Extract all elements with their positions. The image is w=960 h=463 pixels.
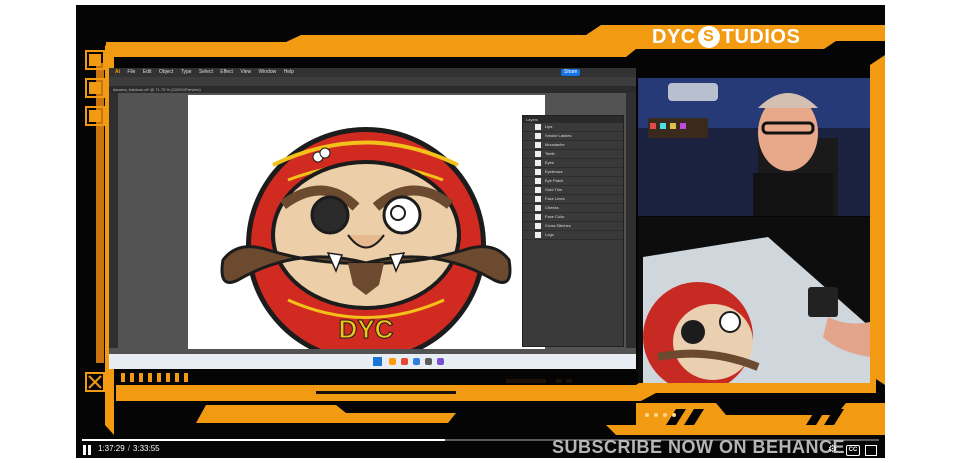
daruma-illustration: DYC (220, 127, 512, 349)
menu-view[interactable]: View (240, 69, 251, 75)
layer-row[interactable]: Moustache (523, 141, 623, 150)
layer-thumbnail (535, 187, 541, 193)
subscribe-banner: SUBSCRIBE NOW ON BEHANCE (552, 437, 846, 457)
layer-name: Logo (545, 232, 554, 237)
app-taskbar-icon[interactable] (437, 358, 444, 365)
layer-thumbnail (535, 169, 541, 175)
layer-name: Teeth (545, 151, 555, 156)
screen-capture: Ai File Edit Object Type Select Effect V… (109, 68, 636, 369)
right-dock[interactable] (626, 93, 636, 348)
video-player[interactable]: DYC S TUDIOS Ai File Edit Object Type Sele… (76, 5, 885, 458)
layers-list: Lips Smoke Lashes Moustache Teeth Eyes Eyebro… (523, 123, 623, 240)
menu-help[interactable]: Help (284, 69, 294, 75)
layer-thumbnail (535, 232, 541, 238)
layer-row[interactable]: Cheeks (523, 204, 623, 213)
layer-thumbnail (535, 196, 541, 202)
layer-row[interactable]: Eye Patch (523, 177, 623, 186)
menu-select[interactable]: Select (199, 69, 213, 75)
app-taskbar-icon[interactable] (425, 358, 432, 365)
menu-edit[interactable]: Edit (143, 69, 152, 75)
control-bar (109, 77, 636, 86)
layer-thumbnail (535, 214, 541, 220)
layer-row[interactable]: Logo (523, 231, 623, 240)
ai-logo-icon: Ai (115, 69, 120, 75)
menu-object[interactable]: Object (159, 69, 173, 75)
tools-panel[interactable] (109, 93, 118, 348)
layer-row[interactable]: Lips (523, 123, 623, 132)
layer-name: Smoke Lashes (545, 133, 572, 138)
tablet-scene (638, 217, 870, 383)
layer-name: Face Color (545, 214, 565, 219)
document-tab[interactable]: daruma_fraidoon.ai* @ 71.75 % (CMYK/Prev… (109, 86, 636, 93)
illustrator-menubar: Ai File Edit Object Type Select Effect V… (109, 68, 636, 77)
layers-panel-header: Layers (523, 116, 623, 123)
layer-row[interactable]: Cross Stitches (523, 222, 623, 231)
settings-icon[interactable]: ⚙ (828, 445, 837, 455)
menu-type[interactable]: Type (181, 69, 192, 75)
menu-effect[interactable]: Effect (220, 69, 233, 75)
layer-name: Lips (545, 124, 553, 129)
layer-name: Eye Patch (545, 178, 564, 183)
artboard[interactable]: DYC (188, 95, 545, 349)
layer-row[interactable]: Teeth (523, 150, 623, 159)
layer-name: Gold Trim (545, 187, 563, 192)
layer-thumbnail (535, 205, 541, 211)
webcam-scene (638, 78, 870, 216)
current-time: 1:37:29 (98, 444, 125, 453)
layer-row[interactable]: Gold Trim (523, 186, 623, 195)
menu-window[interactable]: Window (258, 69, 276, 75)
windows-start-icon[interactable] (373, 357, 382, 366)
page-background: DYC S TUDIOS Ai File Edit Object Type Sele… (0, 0, 960, 463)
layer-name: Eyebrows (545, 169, 563, 174)
layer-row[interactable]: Eyes (523, 159, 623, 168)
layer-thumbnail (535, 178, 541, 184)
layer-row[interactable]: Smoke Lashes (523, 132, 623, 141)
layer-thumbnail (535, 151, 541, 157)
layer-name: Eyes (545, 160, 554, 165)
drawing-tablet-view (638, 217, 870, 383)
artwork-lettering: DYC (339, 314, 394, 344)
layer-thumbnail (535, 160, 541, 166)
layer-row[interactable]: Eyebrows (523, 168, 623, 177)
layer-name: Cross Stitches (545, 223, 571, 228)
layer-thumbnail (535, 133, 541, 139)
dyc-studios-logo: DYC S TUDIOS (652, 26, 801, 48)
fullscreen-icon[interactable] (865, 445, 877, 456)
explorer-taskbar-icon[interactable] (413, 358, 420, 365)
time-display: 1:37:29/3:33:55 (98, 444, 160, 453)
layer-name: Moustache (545, 142, 565, 147)
layer-thumbnail (535, 124, 541, 130)
progress-fill (82, 439, 445, 441)
windows-taskbar (109, 354, 636, 369)
pause-icon[interactable] (82, 445, 92, 455)
layer-name: Face Lines (545, 196, 565, 201)
captions-icon[interactable]: CC (846, 445, 860, 456)
layers-panel[interactable]: Layers Lips Smoke Lashes Moustache Teeth Eye… (522, 115, 624, 347)
webcam-view (638, 78, 870, 216)
menu-file[interactable]: File (127, 69, 135, 75)
share-button[interactable]: Share (561, 69, 581, 76)
duration: 3:33:55 (132, 444, 160, 453)
layer-thumbnail (535, 223, 541, 229)
layer-row[interactable]: Face Color (523, 213, 623, 222)
layer-row[interactable]: Face Lines (523, 195, 623, 204)
chrome-taskbar-icon[interactable] (401, 358, 408, 365)
illustrator-taskbar-icon[interactable] (389, 358, 396, 365)
layer-name: Cheeks (545, 205, 559, 210)
layer-thumbnail (535, 142, 541, 148)
